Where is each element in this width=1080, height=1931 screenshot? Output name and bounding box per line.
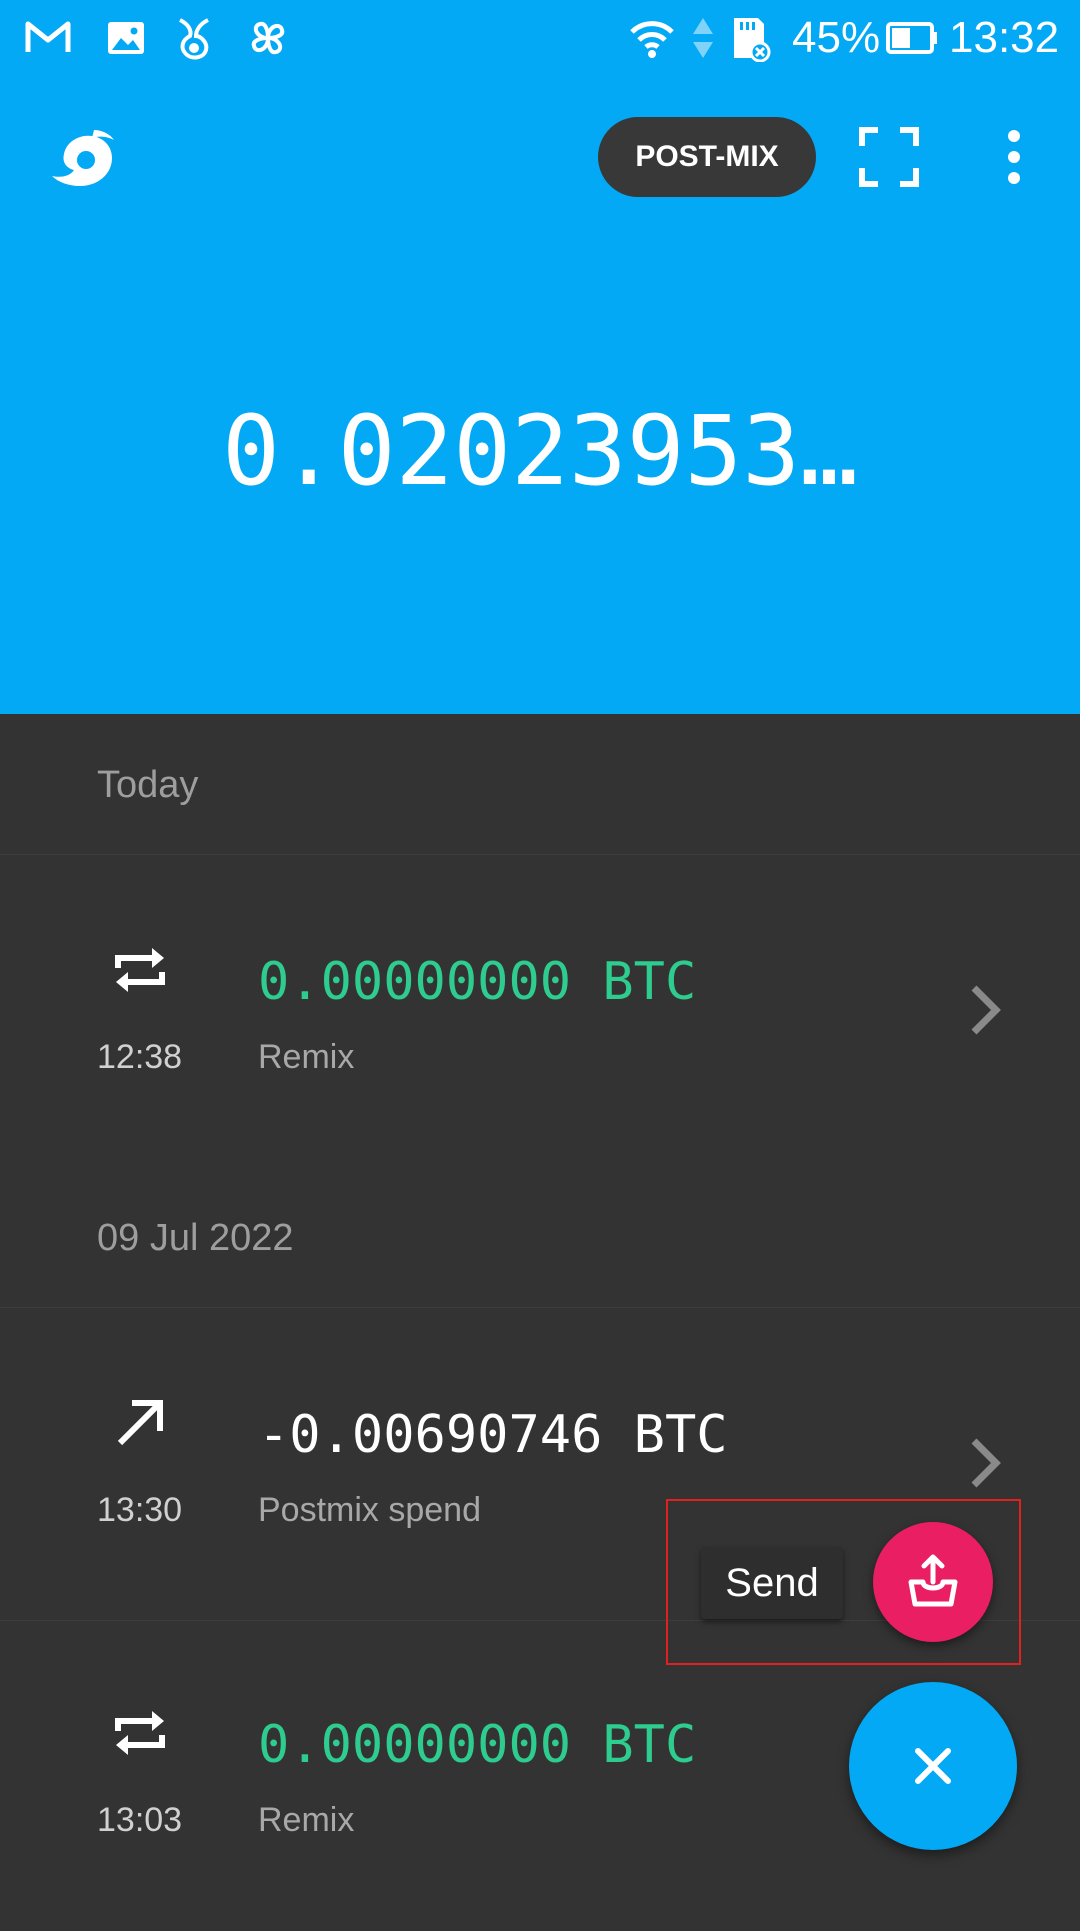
arrow-up-right-icon bbox=[117, 1400, 163, 1446]
send-fab-label[interactable]: Send bbox=[701, 1547, 843, 1619]
transaction-amount: 0.00000000 BTC bbox=[258, 952, 697, 1012]
transaction-time: 13:30 bbox=[97, 1491, 183, 1529]
samourai-logo-icon[interactable] bbox=[44, 122, 124, 202]
transaction-amount: 0.00000000 BTC bbox=[258, 1715, 697, 1775]
data-arrows-icon bbox=[693, 18, 713, 58]
transaction-time: 12:38 bbox=[97, 1038, 183, 1076]
post-mix-button[interactable]: POST-MIX bbox=[598, 117, 816, 197]
section-header-09-jul-2022: 09 Jul 2022 bbox=[0, 1167, 1080, 1308]
gmail-icon bbox=[25, 21, 71, 52]
transaction-label: Remix bbox=[258, 1801, 355, 1839]
battery-percent: 45% bbox=[792, 13, 881, 62]
more-vert-icon[interactable] bbox=[996, 126, 1032, 188]
section-date: 09 Jul 2022 bbox=[97, 1217, 294, 1259]
swap-arrows-icon bbox=[115, 1711, 165, 1755]
transaction-row[interactable]: 12:38 0.00000000 BTC Remix bbox=[0, 854, 1080, 1164]
battery-icon bbox=[886, 22, 937, 54]
close-fab-button[interactable] bbox=[849, 1682, 1017, 1850]
status-bar: 45% 13:32 bbox=[0, 0, 1080, 76]
send-button[interactable] bbox=[873, 1522, 993, 1642]
fan-icon bbox=[251, 21, 285, 55]
wifi-icon bbox=[630, 21, 674, 58]
sd-card-error-icon bbox=[734, 18, 771, 62]
balance-amount[interactable]: 0.02023953… bbox=[0, 396, 1080, 506]
chevron-right-icon bbox=[971, 1438, 1001, 1488]
tor-onion-icon bbox=[179, 18, 209, 60]
transaction-label: Postmix spend bbox=[258, 1491, 481, 1529]
transaction-label: Remix bbox=[258, 1038, 355, 1076]
send-tray-icon bbox=[908, 1554, 958, 1607]
clock: 13:32 bbox=[949, 13, 1060, 62]
swap-arrows-icon bbox=[115, 948, 165, 992]
transaction-time: 13:03 bbox=[97, 1801, 183, 1839]
section-date: Today bbox=[97, 764, 199, 806]
transaction-amount: -0.00690746 BTC bbox=[258, 1405, 728, 1465]
qr-scan-icon[interactable] bbox=[858, 126, 920, 188]
gallery-icon bbox=[108, 22, 144, 54]
close-icon bbox=[915, 1748, 951, 1784]
wallet-header: POST-MIX 0.02023953… bbox=[0, 76, 1080, 714]
section-header-today: Today bbox=[0, 714, 1080, 855]
chevron-right-icon bbox=[971, 985, 1001, 1035]
